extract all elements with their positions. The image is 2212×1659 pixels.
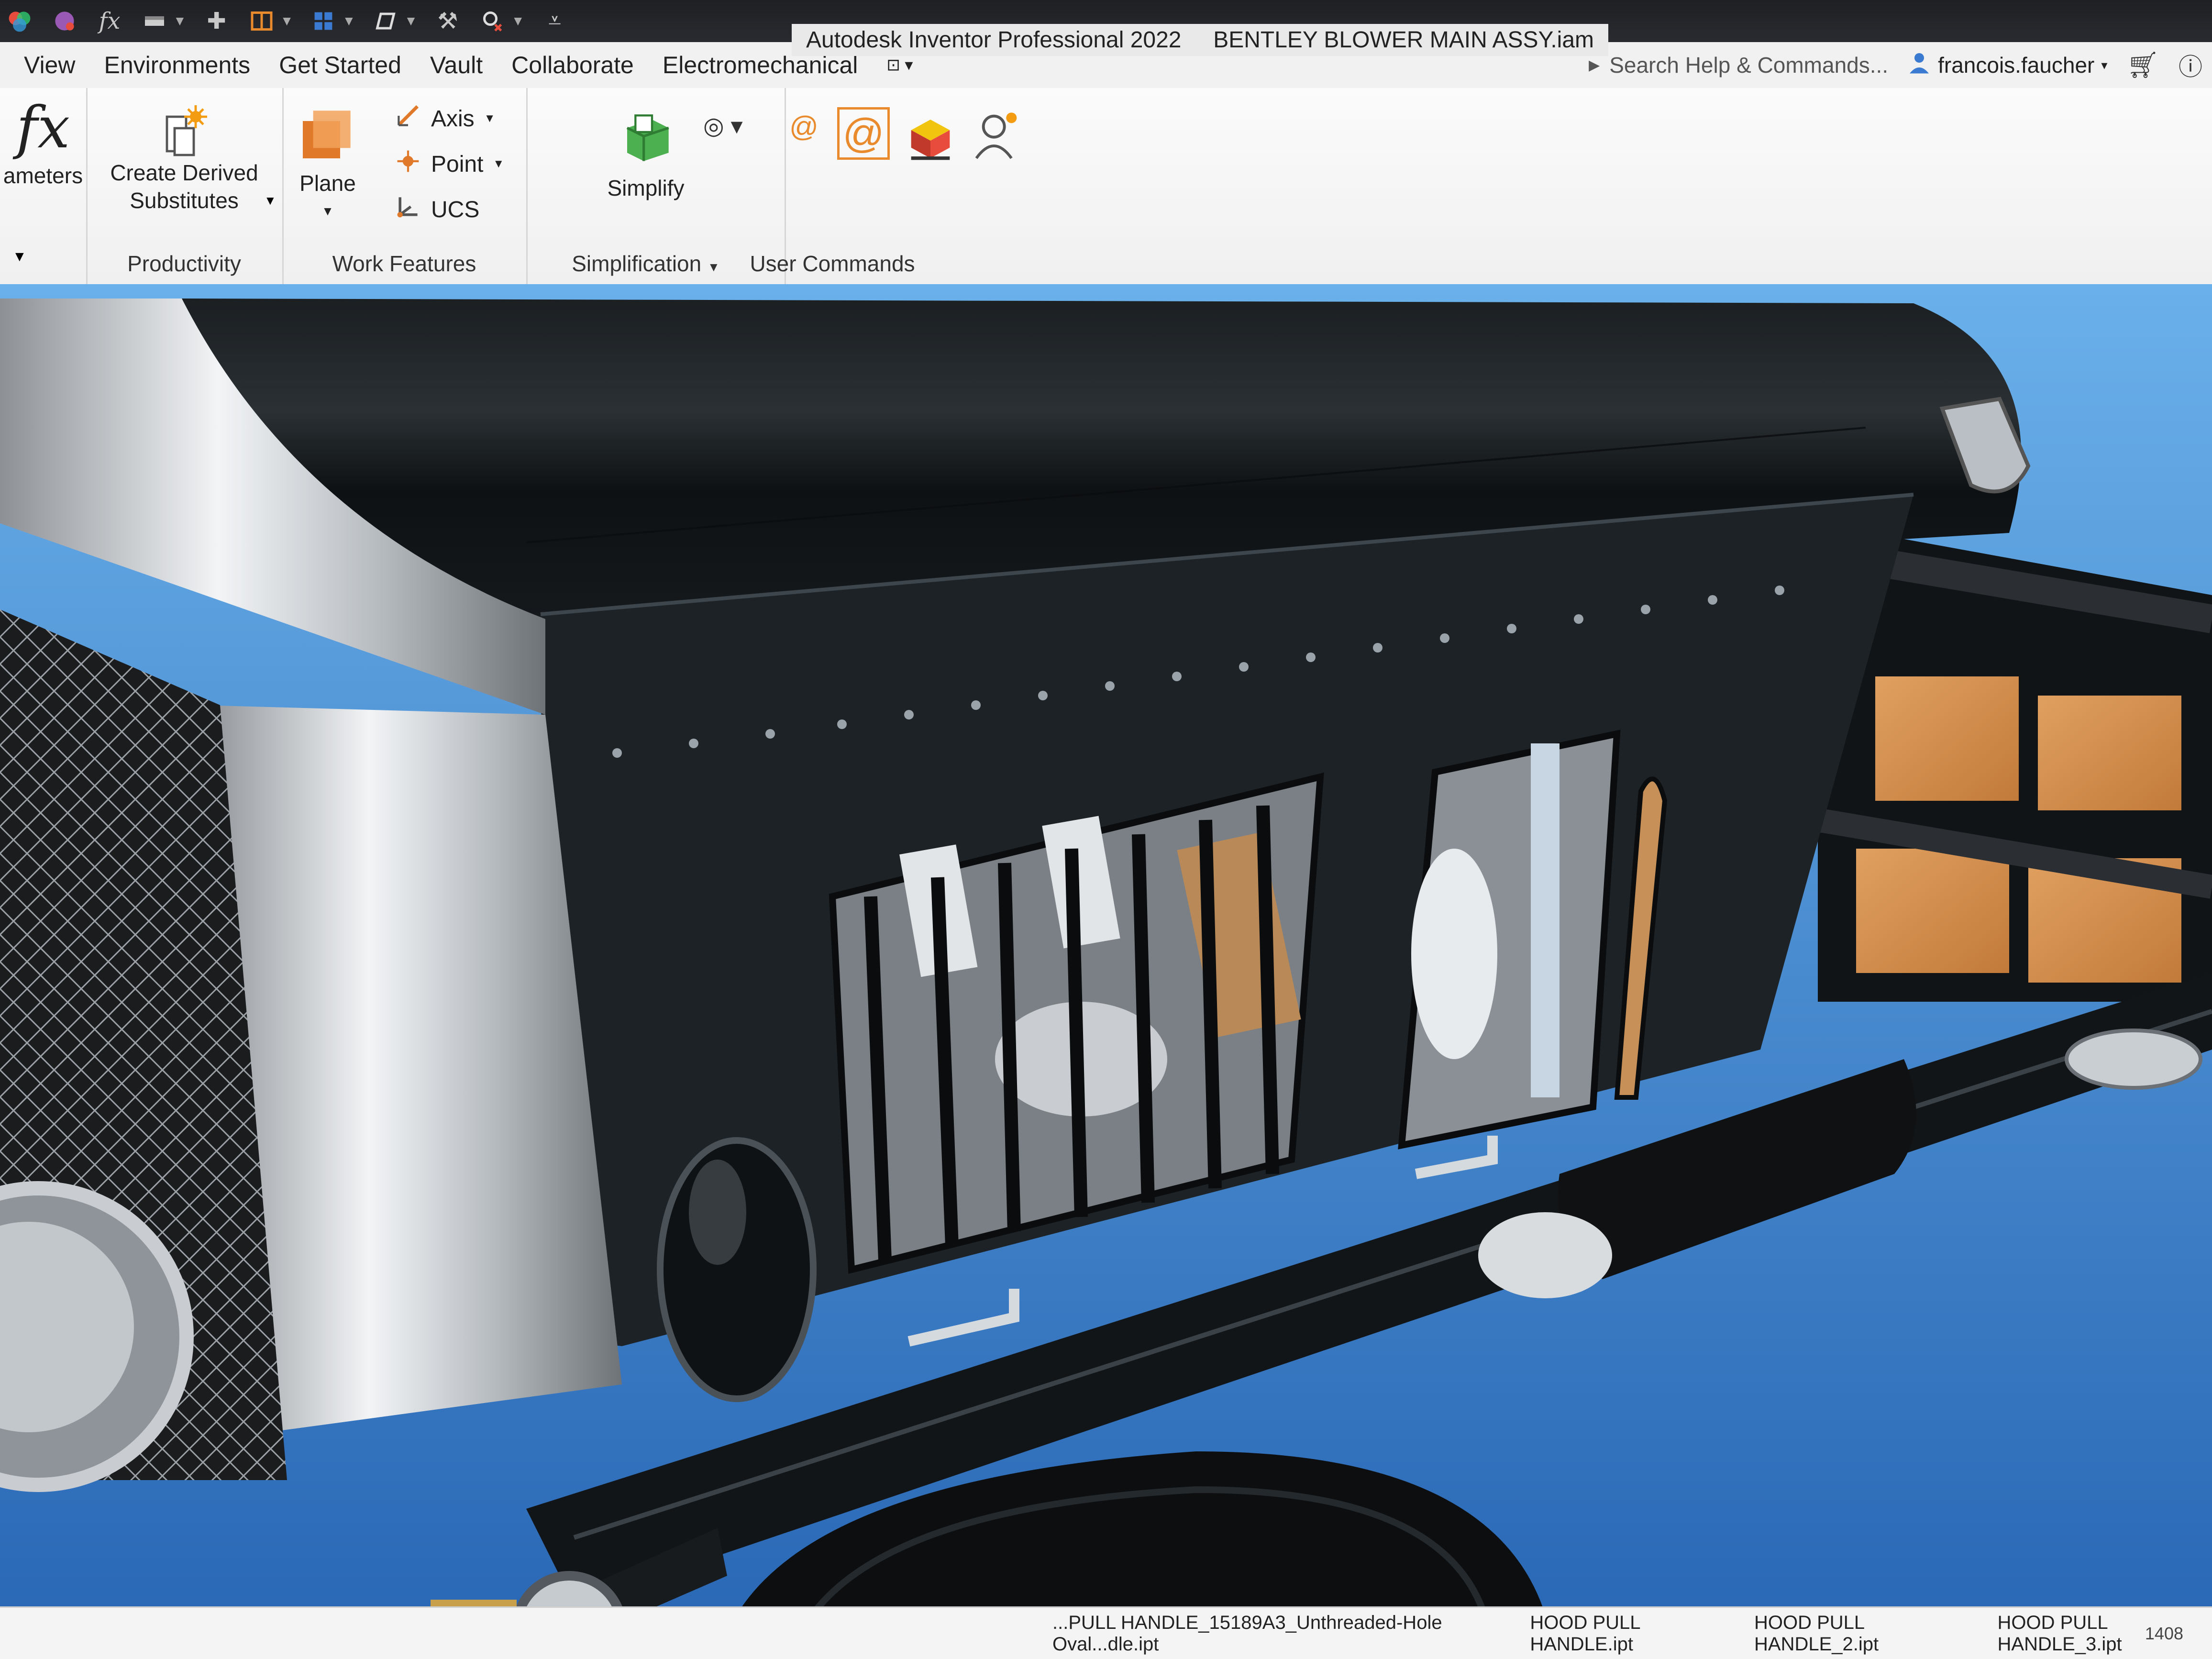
panel-work-features: Plane ▼ Axis ▼ Point ▼ UCS Work Features	[282, 88, 528, 284]
tab-environments[interactable]: Environments	[89, 51, 265, 79]
search-box[interactable]: ▶ Search Help & Commands...	[1589, 52, 1888, 78]
split-icon[interactable]	[247, 6, 276, 36]
parameters-button[interactable]: fx ameters	[0, 95, 86, 189]
create-derived-label-1: Create Derived	[110, 160, 258, 185]
tab-view[interactable]: View	[0, 51, 89, 79]
chevron-down-icon[interactable]: ▼	[511, 13, 525, 29]
document-tab[interactable]: HOOD PULL HANDLE_2.ipt	[1754, 1612, 1969, 1655]
quick-access-toolbar: fx ▼ ✚ ▼ ▼ ▼ ⚒ ▼ ⩡	[0, 4, 570, 38]
simplify-label: Simplify	[607, 176, 685, 200]
tab-vault[interactable]: Vault	[416, 51, 497, 79]
chevron-down-icon[interactable]: ▼	[264, 193, 276, 208]
graphics-viewport[interactable]	[0, 284, 2212, 1659]
derived-substitutes-icon	[96, 101, 273, 159]
fx-icon[interactable]: fx	[95, 6, 124, 36]
tab-get-started[interactable]: Get Started	[265, 51, 416, 79]
bentley-blower-model	[0, 284, 2212, 1659]
search-placeholder: Search Help & Commands...	[1609, 53, 1889, 77]
user-command-email-icon[interactable]: @	[837, 107, 890, 160]
chevron-down-icon[interactable]: ▼	[280, 13, 294, 29]
search-arrow-icon: ▶	[1589, 57, 1600, 73]
panel-productivity: Create Derived Substitutes ▼ Productivit…	[86, 88, 284, 284]
user-name: francois.faucher	[1938, 53, 2095, 77]
point-label: Point	[431, 151, 484, 177]
document-title: BENTLEY BLOWER MAIN ASSY.iam	[1213, 27, 1594, 53]
user-command-email-small-icon[interactable]: @	[789, 110, 818, 143]
tools-icon[interactable]: ⚒	[433, 6, 463, 36]
window-title: Autodesk Inventor Professional 2022 BENT…	[792, 24, 1609, 56]
create-derived-label-2: Substitutes	[130, 188, 239, 213]
ucs-label: UCS	[431, 197, 480, 222]
ucs-button[interactable]: UCS	[395, 193, 479, 226]
point-button[interactable]: Point ▼	[395, 148, 504, 180]
chevron-down-icon: ▼	[321, 204, 334, 218]
plane-label: Plane	[299, 171, 356, 196]
axis-icon	[395, 102, 421, 135]
ucs-icon	[395, 193, 421, 226]
cart-icon[interactable]: 🛒︎	[2126, 50, 2159, 80]
user-command-package-icon[interactable]	[904, 109, 957, 164]
search-x-icon[interactable]	[478, 6, 508, 36]
status-count: 1408	[2145, 1623, 2183, 1643]
panel-parameters: fx ameters ▼	[0, 88, 88, 284]
ribbon-tab-right-area: ▶ Search Help & Commands... francois.fau…	[1589, 42, 2212, 88]
panel-title-user-commands: User Commands	[750, 251, 915, 276]
measure-icon[interactable]	[140, 6, 169, 36]
help-icon[interactable]: ⓘ	[2179, 48, 2202, 82]
user-command-dropdown[interactable]: ◎ ▾	[703, 112, 743, 140]
panel-title-productivity: Productivity	[127, 251, 241, 276]
chevron-down-icon[interactable]: ▼	[173, 13, 187, 29]
ribbon-display-toggle[interactable]: ⊡ ▾	[872, 55, 927, 75]
user-command-person-icon[interactable]	[971, 109, 1024, 164]
chevron-down-icon[interactable]: ▼	[342, 13, 355, 29]
chevron-down-icon: ▼	[493, 157, 505, 170]
more-icon[interactable]: ⩡	[540, 6, 570, 36]
panel-user-commands: ◎ ▾ @ @ User Commands	[703, 88, 1052, 284]
chevron-down-icon[interactable]: ▼	[12, 249, 27, 265]
inventor-window: fx ▼ ✚ ▼ ▼ ▼ ⚒ ▼ ⩡ View Environments Get…	[0, 0, 2212, 1659]
tab-collaborate[interactable]: Collaborate	[497, 51, 648, 79]
axis-button[interactable]: Axis ▼	[395, 102, 495, 135]
status-bar: ...PULL HANDLE_15189A3_Unthreaded-Hole O…	[0, 1606, 2212, 1659]
user-menu[interactable]: francois.faucher ▾	[1907, 51, 2107, 80]
fx-icon: fx	[16, 95, 70, 161]
chevron-down-icon: ▼	[484, 112, 496, 125]
document-tab[interactable]: ...PULL HANDLE_15189A3_Unthreaded-Hole O…	[1052, 1612, 1501, 1655]
plane-button[interactable]: Plane ▼	[292, 102, 364, 225]
chevron-down-icon: ▾	[2101, 57, 2108, 72]
grid-icon[interactable]	[309, 6, 338, 36]
step-plate	[2065, 1029, 2202, 1090]
point-icon	[395, 148, 421, 180]
ribbon-panels: fx ameters ▼ Create Derived Substitutes	[0, 88, 2212, 286]
plus-icon[interactable]: ✚	[202, 6, 232, 36]
user-icon	[1907, 51, 1931, 80]
app-title: Autodesk Inventor Professional 2022	[806, 27, 1182, 53]
plane-icon	[292, 102, 364, 169]
chevron-down-icon[interactable]: ▼	[404, 13, 418, 29]
panel-title-work-features: Work Features	[332, 251, 476, 276]
appearance-icon[interactable]	[50, 6, 79, 36]
color-icon[interactable]	[5, 6, 34, 36]
document-tab[interactable]: HOOD PULL HANDLE.ipt	[1530, 1612, 1725, 1655]
parameters-label: ameters	[3, 163, 83, 188]
create-derived-substitutes-button[interactable]: Create Derived Substitutes	[96, 101, 273, 214]
axis-label: Axis	[431, 106, 475, 132]
shape-icon[interactable]	[371, 6, 400, 36]
